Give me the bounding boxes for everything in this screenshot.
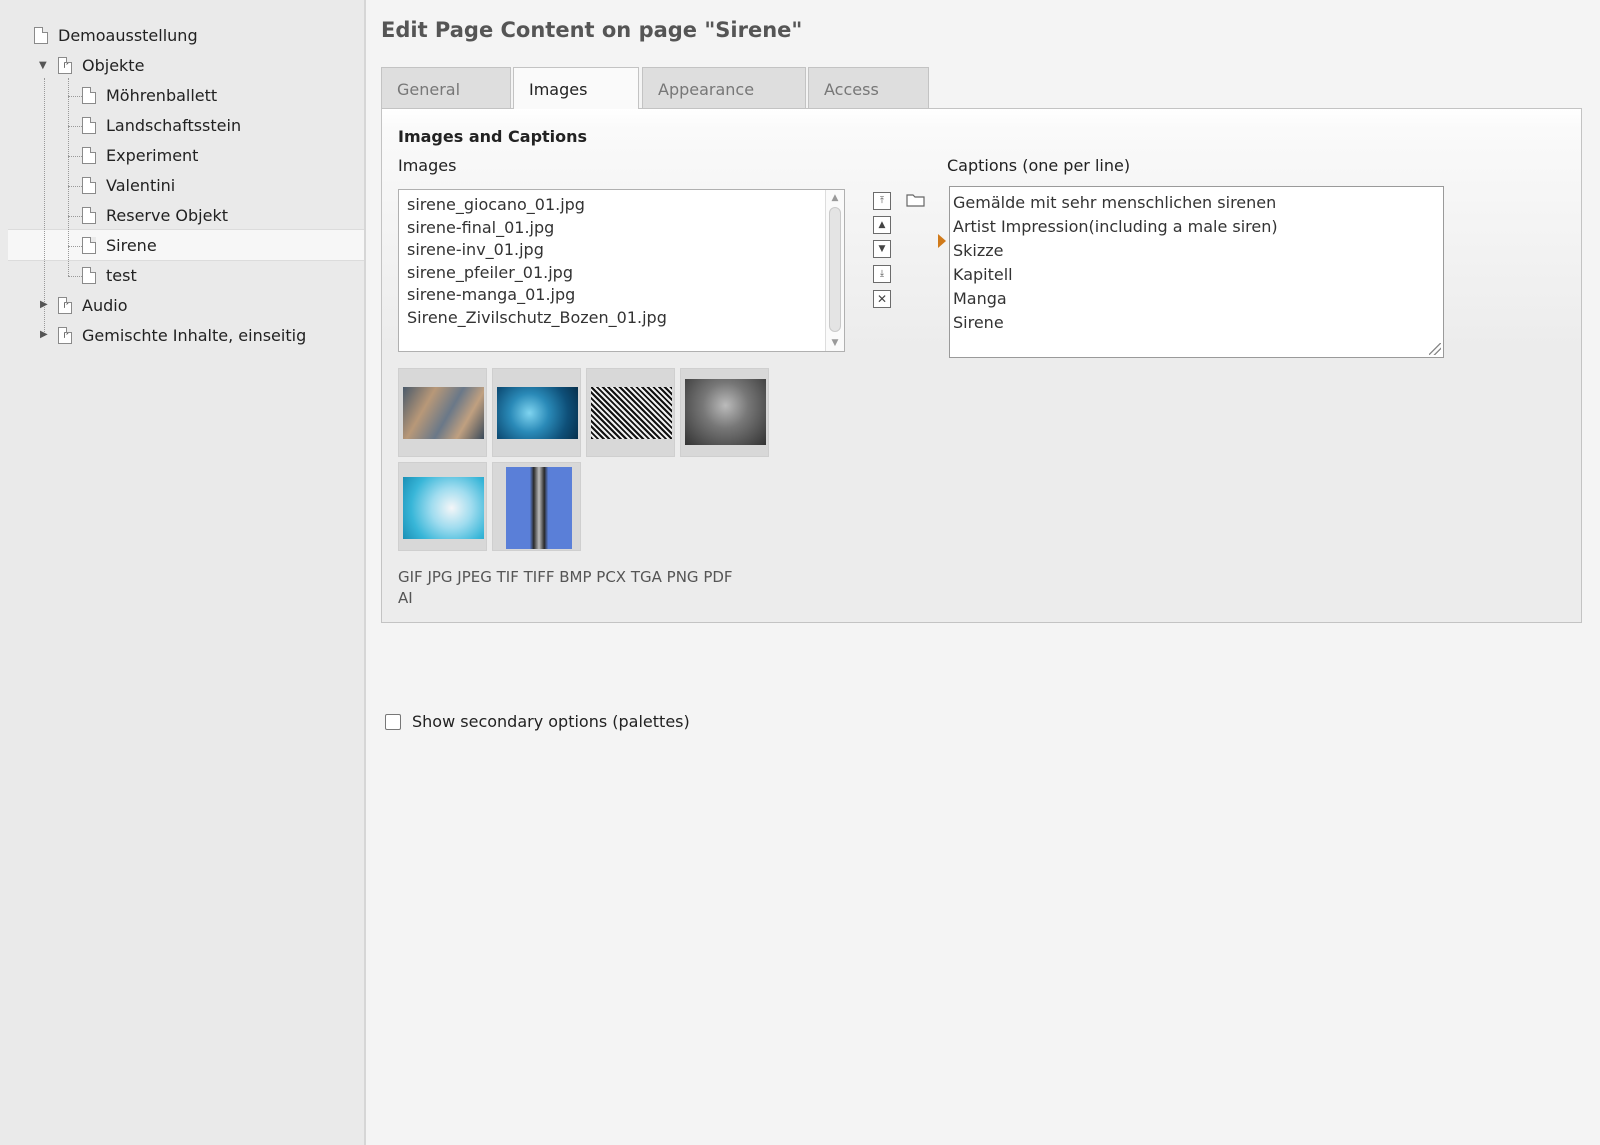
- tree-item-test[interactable]: test: [82, 260, 137, 290]
- list-item[interactable]: sirene-manga_01.jpg: [407, 284, 844, 307]
- tree-item-reserve-objekt[interactable]: Reserve Objekt: [82, 200, 228, 230]
- shortcut-page-icon: [58, 56, 72, 74]
- scrollbar-thumb[interactable]: [829, 207, 841, 332]
- image-thumbnail[interactable]: [586, 368, 675, 457]
- page-icon: [82, 146, 96, 164]
- tree-item-audio[interactable]: Audio: [58, 290, 127, 320]
- section-title: Images and Captions: [398, 127, 588, 146]
- tree-item-landschaftsstein[interactable]: Landschaftsstein: [82, 110, 241, 140]
- tab-images[interactable]: Images: [513, 67, 639, 109]
- allowed-file-types: GIF JPG JPEG TIF TIFF BMP PCX TGA PNG PD…: [398, 567, 768, 609]
- collapse-arrow-icon[interactable]: ▼: [39, 60, 47, 71]
- image-thumbnail[interactable]: [398, 462, 487, 551]
- tree-item-label[interactable]: Sirene: [106, 236, 157, 255]
- tree-item-gemischte-inhalte[interactable]: Gemischte Inhalte, einseitig: [58, 320, 306, 350]
- tree-item-label[interactable]: Möhrenballett: [106, 86, 217, 105]
- move-to-bottom-icon[interactable]: ⤓: [873, 265, 891, 283]
- resize-grip-icon[interactable]: [1429, 343, 1441, 355]
- list-item[interactable]: Sirene_Zivilschutz_Bozen_01.jpg: [407, 307, 844, 330]
- thumbnail-image: [403, 477, 484, 539]
- thumbnail-image: [403, 387, 484, 439]
- caption-line: Gemälde mit sehr menschlichen sirenen: [953, 193, 1277, 212]
- tree-item-label[interactable]: Valentini: [106, 176, 175, 195]
- list-item[interactable]: sirene-inv_01.jpg: [407, 239, 844, 262]
- tree-item-label[interactable]: Landschaftsstein: [106, 116, 241, 135]
- captions-field-label: Captions (one per line): [947, 156, 1131, 175]
- page-icon: [82, 116, 96, 134]
- remove-item-icon[interactable]: ✕: [873, 290, 891, 308]
- allowed-file-types-line: GIF JPG JPEG TIF TIFF BMP PCX TGA PNG PD…: [398, 568, 733, 586]
- caption-line: Kapitell: [953, 264, 1013, 284]
- thumbnail-image: [506, 467, 572, 549]
- tree-item-experiment[interactable]: Experiment: [82, 140, 198, 170]
- tree-guide-line: [68, 96, 82, 97]
- tree-item-valentini[interactable]: Valentini: [82, 170, 175, 200]
- tree-item-demoausstellung[interactable]: Demoausstellung: [34, 20, 198, 50]
- field-changed-marker-icon: [938, 234, 946, 248]
- tree-item-sirene[interactable]: Sirene: [82, 230, 157, 260]
- tree-guide-line: [68, 246, 82, 247]
- caption-line: Sirene: [953, 312, 1004, 332]
- tree-item-objekte[interactable]: Objekte: [58, 50, 144, 80]
- page-icon: [82, 176, 96, 194]
- caption-line: Artist Impression(including a male siren…: [953, 216, 1278, 236]
- page-icon: [82, 236, 96, 254]
- scroll-down-icon[interactable]: ▼: [826, 336, 844, 350]
- tree-item-label[interactable]: Demoausstellung: [58, 26, 198, 45]
- image-thumbnail[interactable]: [492, 368, 581, 457]
- caption-line: Manga: [953, 288, 1007, 308]
- tree-selection-highlight: [8, 229, 364, 261]
- caption-line: Skizze: [953, 240, 1004, 260]
- page-icon: [82, 266, 96, 284]
- move-to-top-icon[interactable]: ⤒: [873, 192, 891, 210]
- secondary-options-toggle[interactable]: Show secondary options (palettes): [385, 712, 690, 731]
- list-item[interactable]: sirene_giocano_01.jpg: [407, 194, 844, 217]
- tree-guide-line: [68, 126, 82, 127]
- captions-textarea[interactable]: Gemälde mit sehr menschlichen sirenen Ar…: [949, 186, 1444, 358]
- tree-guide-line: [68, 156, 82, 157]
- tree-item-label[interactable]: Experiment: [106, 146, 198, 165]
- tree-guide-line: [44, 78, 45, 336]
- tree-guide-line: [68, 186, 82, 187]
- secondary-options-label[interactable]: Show secondary options (palettes): [412, 712, 690, 731]
- list-item[interactable]: sirene-final_01.jpg: [407, 217, 844, 240]
- expand-arrow-icon[interactable]: ▶: [40, 299, 48, 310]
- folder-browse-icon[interactable]: [906, 192, 926, 208]
- page-icon: [82, 86, 96, 104]
- tab-access[interactable]: Access: [808, 67, 929, 108]
- image-thumbnail[interactable]: [492, 462, 581, 551]
- tree-item-label[interactable]: Audio: [82, 296, 127, 315]
- tab-appearance[interactable]: Appearance: [642, 67, 806, 108]
- page-title: Edit Page Content on page "Sirene": [381, 18, 803, 42]
- shortcut-page-icon: [58, 296, 72, 314]
- tree-item-label[interactable]: Objekte: [82, 56, 144, 75]
- tree-guide-line: [68, 276, 82, 277]
- thumbnail-image: [497, 387, 578, 439]
- tree-guide-line: [68, 216, 82, 217]
- images-tab-panel: Images and Captions Images Captions (one…: [381, 108, 1582, 623]
- image-file-list[interactable]: sirene_giocano_01.jpg sirene-final_01.jp…: [398, 189, 845, 352]
- images-field-label: Images: [398, 156, 457, 175]
- thumbnail-image: [685, 379, 766, 445]
- tree-item-moehrenballett[interactable]: Möhrenballett: [82, 80, 217, 110]
- page-tree: Demoausstellung ▼ Objekte Möhrenballett …: [0, 0, 366, 1145]
- expand-arrow-icon[interactable]: ▶: [40, 329, 48, 340]
- allowed-file-types-line: AI: [398, 589, 413, 607]
- tree-item-label[interactable]: Gemischte Inhalte, einseitig: [82, 326, 306, 345]
- thumbnail-image: [591, 387, 672, 439]
- scroll-up-icon[interactable]: ▲: [826, 191, 844, 205]
- shortcut-page-icon: [58, 326, 72, 344]
- tree-item-label[interactable]: Reserve Objekt: [106, 206, 228, 225]
- secondary-options-checkbox[interactable]: [385, 713, 401, 730]
- image-thumbnail[interactable]: [680, 368, 769, 457]
- tab-general[interactable]: General: [381, 67, 511, 108]
- page-icon: [34, 26, 48, 44]
- image-thumbnail[interactable]: [398, 368, 487, 457]
- move-up-icon[interactable]: ▲: [873, 216, 891, 234]
- page-icon: [82, 206, 96, 224]
- list-scrollbar[interactable]: ▲ ▼: [825, 190, 844, 351]
- tree-item-label[interactable]: test: [106, 266, 137, 285]
- list-item[interactable]: sirene_pfeiler_01.jpg: [407, 262, 844, 285]
- move-down-icon[interactable]: ▼: [873, 240, 891, 258]
